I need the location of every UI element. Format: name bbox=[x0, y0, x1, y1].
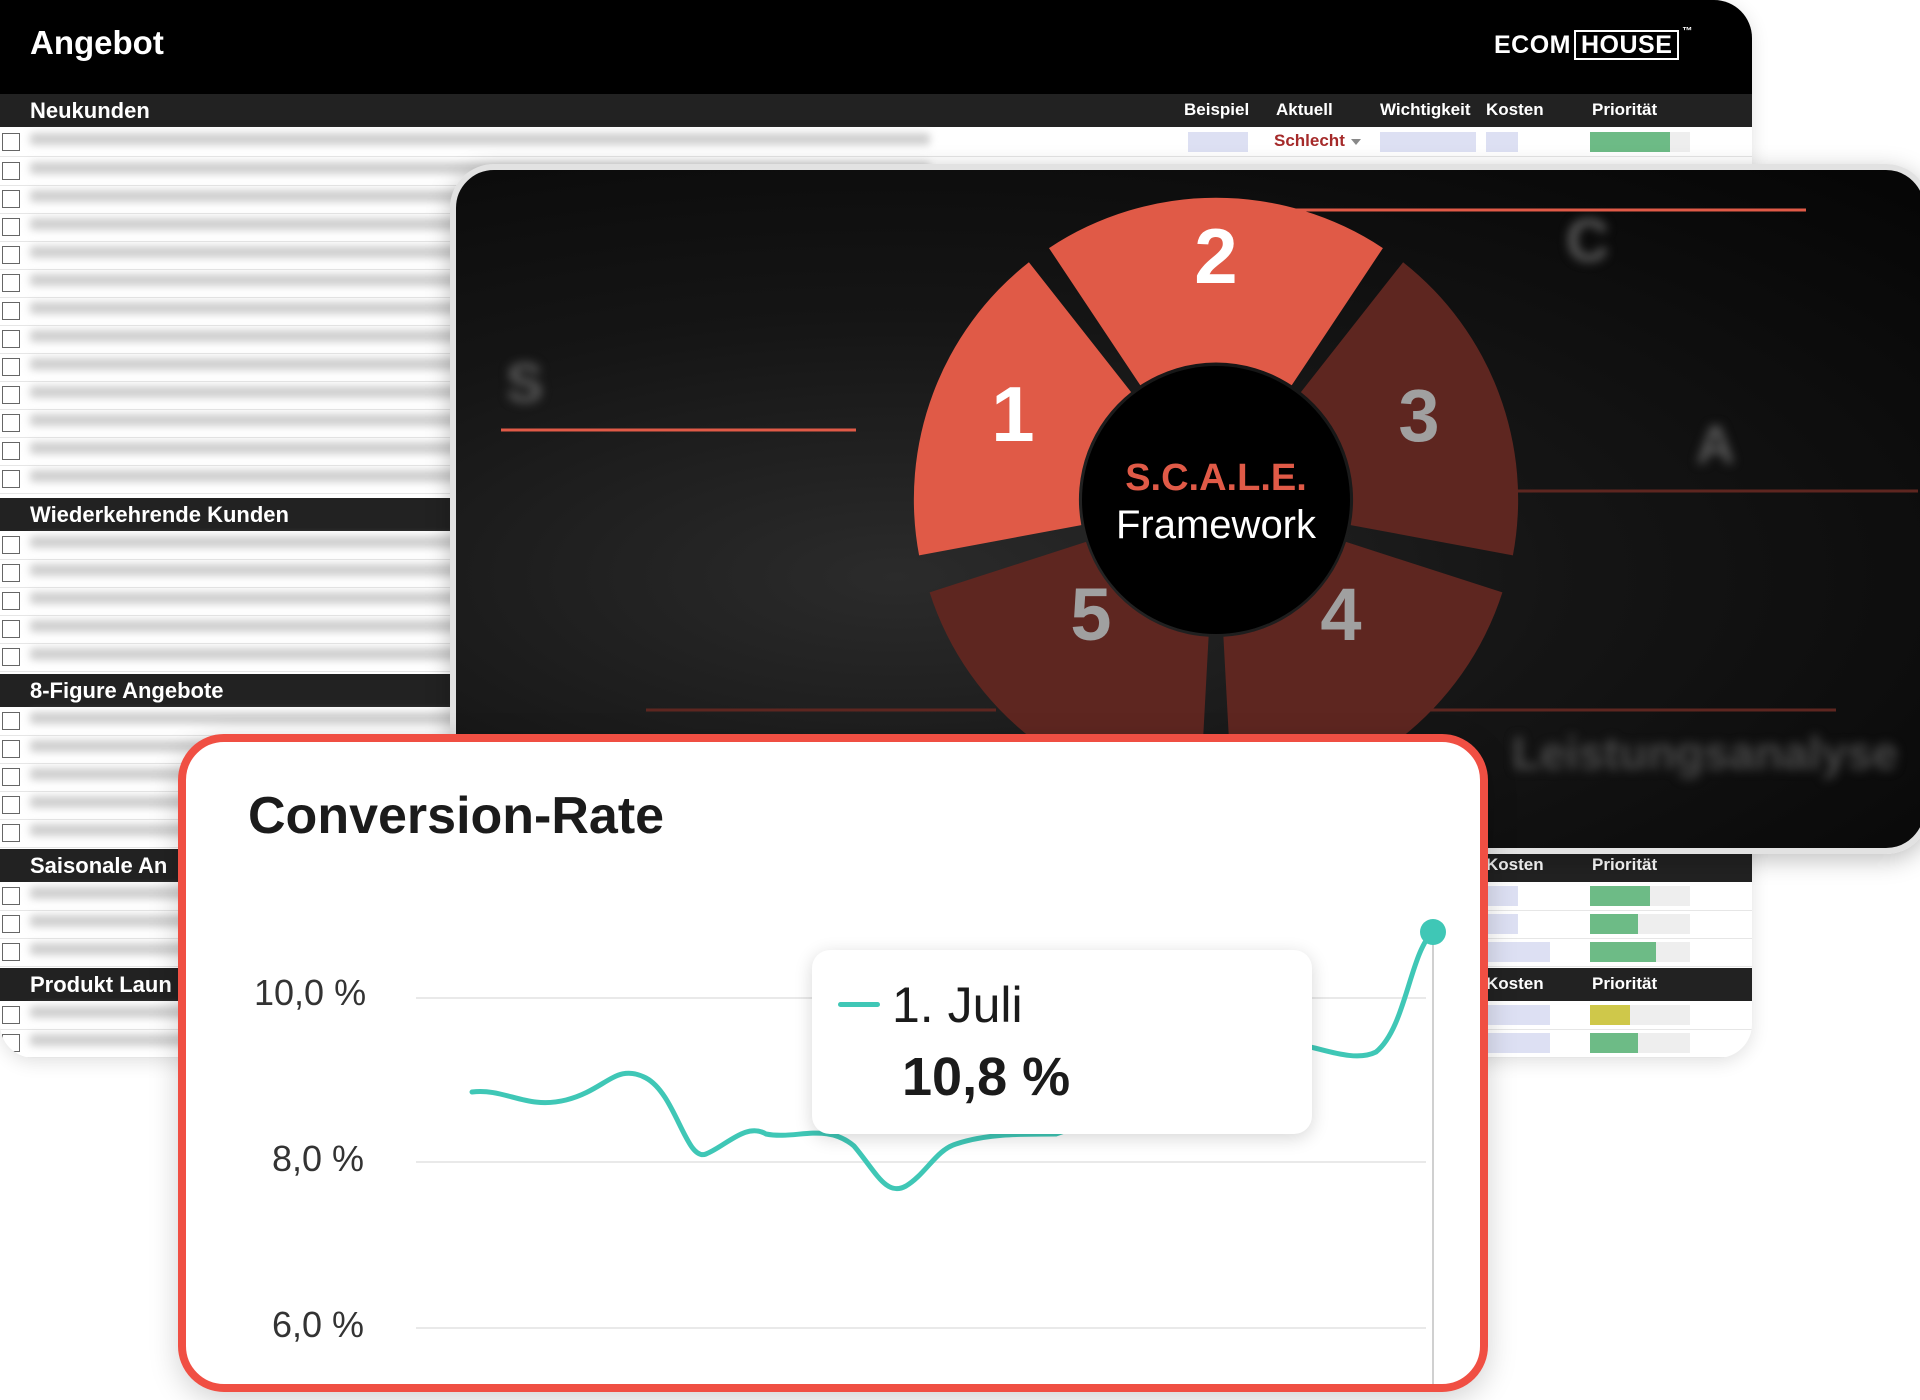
segment-number-1: 1 bbox=[991, 370, 1034, 458]
row-checkbox[interactable] bbox=[2, 648, 20, 666]
ecom-house-logo: ECOM HOUSE ™ bbox=[1494, 26, 1693, 60]
conversion-rate-card: Conversion-Rate 10,0 % 8,0 % 6,0 % 1. Ju… bbox=[178, 734, 1488, 1392]
column-header-kosten: Kosten bbox=[1486, 974, 1544, 993]
row-checkbox[interactable] bbox=[2, 386, 20, 404]
row-checkbox[interactable] bbox=[2, 470, 20, 488]
row-checkbox[interactable] bbox=[2, 796, 20, 814]
sheet-header bbox=[0, 0, 1752, 94]
row-checkbox[interactable] bbox=[2, 592, 20, 610]
y-axis-tick-10: 10,0 % bbox=[254, 972, 367, 1013]
tooltip-date: 1. Juli bbox=[892, 977, 1023, 1033]
segment-number-5: 5 bbox=[1070, 573, 1111, 656]
section-title: Wiederkehrende Kunden bbox=[30, 502, 289, 527]
row-checkbox[interactable] bbox=[2, 943, 20, 961]
row-checkbox[interactable] bbox=[2, 915, 20, 933]
priority-bar bbox=[1590, 914, 1638, 934]
framework-label: Framework bbox=[1116, 503, 1317, 547]
section-header-neukunden: Neukunden Beispiel Aktuell Wichtigkeit K… bbox=[0, 94, 1752, 127]
logo-text-right: HOUSE bbox=[1574, 30, 1680, 60]
row-checkbox[interactable] bbox=[2, 536, 20, 554]
kosten-cell[interactable] bbox=[1486, 914, 1518, 934]
row-checkbox[interactable] bbox=[2, 1006, 20, 1024]
kosten-cell[interactable] bbox=[1486, 132, 1518, 152]
priority-bar bbox=[1590, 1005, 1630, 1025]
priority-bar bbox=[1590, 132, 1670, 152]
kosten-cell[interactable] bbox=[1486, 1033, 1550, 1053]
logo-text-left: ECOM bbox=[1494, 30, 1571, 59]
framework-center bbox=[1082, 366, 1350, 634]
row-checkbox[interactable] bbox=[2, 330, 20, 348]
row-checkbox[interactable] bbox=[2, 620, 20, 638]
row-checkbox[interactable] bbox=[2, 740, 20, 758]
kosten-cell[interactable] bbox=[1486, 1005, 1550, 1025]
segment-number-2: 2 bbox=[1194, 212, 1237, 300]
wichtigkeit-cell[interactable] bbox=[1380, 132, 1476, 152]
status-dropdown[interactable]: Schlecht bbox=[1274, 131, 1361, 151]
column-header-wichtigkeit: Wichtigkeit bbox=[1380, 100, 1471, 119]
row-checkbox[interactable] bbox=[2, 768, 20, 786]
priority-bar bbox=[1590, 886, 1650, 906]
row-checkbox[interactable] bbox=[2, 190, 20, 208]
beispiel-cell[interactable] bbox=[1188, 132, 1248, 152]
row-checkbox[interactable] bbox=[2, 887, 20, 905]
row-text-blurred bbox=[30, 133, 930, 145]
column-header-kosten: Kosten bbox=[1486, 855, 1544, 874]
priority-bar bbox=[1590, 942, 1656, 962]
active-point-marker[interactable] bbox=[1420, 919, 1446, 945]
y-axis-tick-6: 6,0 % bbox=[272, 1304, 365, 1345]
sheet-title: Angebot bbox=[30, 24, 164, 61]
row-checkbox[interactable] bbox=[2, 1034, 20, 1052]
row-checkbox[interactable] bbox=[2, 246, 20, 264]
row-checkbox[interactable] bbox=[2, 442, 20, 460]
row-checkbox[interactable] bbox=[2, 274, 20, 292]
row-checkbox[interactable] bbox=[2, 358, 20, 376]
row-checkbox[interactable] bbox=[2, 712, 20, 730]
chart-tooltip: 1. Juli 10,8 % bbox=[812, 950, 1312, 1134]
y-axis-tick-8: 8,0 % bbox=[272, 1138, 365, 1179]
column-header-prioritaet: Priorität bbox=[1592, 100, 1658, 119]
row-checkbox[interactable] bbox=[2, 302, 20, 320]
section-title: Neukunden bbox=[30, 98, 150, 123]
priority-bar bbox=[1590, 1033, 1638, 1053]
tooltip-value: 10,8 % bbox=[902, 1047, 1071, 1107]
row-checkbox[interactable] bbox=[2, 218, 20, 236]
column-header-aktuell: Aktuell bbox=[1276, 100, 1333, 119]
row-checkbox[interactable] bbox=[2, 162, 20, 180]
row-checkbox[interactable] bbox=[2, 824, 20, 842]
kosten-cell[interactable] bbox=[1486, 942, 1550, 962]
row-checkbox[interactable] bbox=[2, 414, 20, 432]
framework-brand: S.C.A.L.E. bbox=[1125, 457, 1307, 499]
column-header-kosten: Kosten bbox=[1486, 100, 1544, 119]
table-row: Schlecht bbox=[0, 128, 1752, 157]
status-dropdown-value: Schlecht bbox=[1274, 131, 1345, 150]
column-header-beispiel: Beispiel bbox=[1184, 100, 1250, 119]
column-header-prioritaet: Priorität bbox=[1592, 974, 1658, 993]
kosten-cell[interactable] bbox=[1486, 886, 1518, 906]
segment-number-3: 3 bbox=[1398, 374, 1439, 457]
segment-number-4: 4 bbox=[1320, 573, 1361, 656]
row-checkbox[interactable] bbox=[2, 564, 20, 582]
column-header-prioritaet: Priorität bbox=[1592, 855, 1658, 874]
section-title: Produkt Laun bbox=[30, 972, 172, 997]
series-legend-swatch bbox=[838, 1002, 880, 1007]
logo-trademark: ™ bbox=[1682, 26, 1693, 37]
section-title: Saisonale An bbox=[30, 853, 168, 878]
row-checkbox[interactable] bbox=[2, 133, 20, 151]
section-title: 8-Figure Angebote bbox=[30, 678, 224, 703]
chevron-down-icon bbox=[1350, 138, 1361, 145]
